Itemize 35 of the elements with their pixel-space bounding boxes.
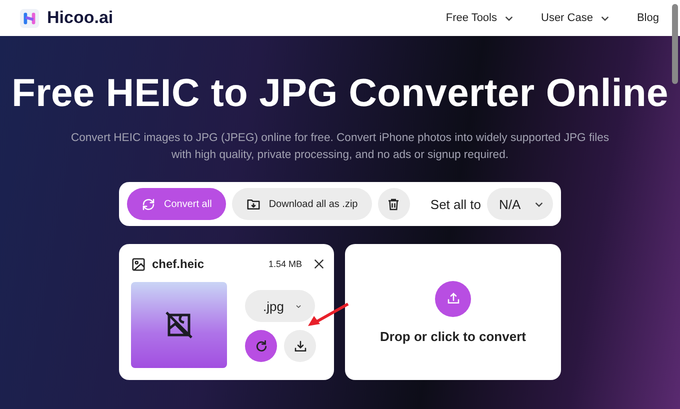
caret-icon <box>505 16 513 20</box>
close-icon[interactable] <box>314 259 324 269</box>
format-select[interactable]: .jpg <box>245 290 315 322</box>
file-size: 1.54 MB <box>268 259 302 269</box>
caret-icon <box>535 202 543 206</box>
convert-button[interactable] <box>245 330 277 362</box>
image-icon <box>131 256 146 272</box>
logo-icon <box>20 8 39 28</box>
page-subtitle: Convert HEIC images to JPG (JPEG) online for free. Convert iPhone photos into widely supported JPG files with high quality, private processing, and no ads or signup required. <box>70 131 610 163</box>
page-title: Free HEIC to JPG Converter Online <box>12 72 668 116</box>
image-off-icon <box>164 310 194 340</box>
convert-all-button[interactable]: Convert all <box>127 188 226 220</box>
format-select[interactable]: N/A <box>487 188 553 220</box>
dropzone-card[interactable]: Drop or click to convert <box>345 244 561 380</box>
upload-icon <box>446 291 460 306</box>
set-all-label: Set all to <box>430 196 481 212</box>
dropzone-label: Drop or click to convert <box>380 328 526 344</box>
download-zip-button[interactable]: Download all as .zip <box>232 188 372 220</box>
caret-icon <box>600 16 609 20</box>
nav-dropdown[interactable]: User Case <box>541 12 609 24</box>
file-name: chef.heic <box>152 257 204 271</box>
nav-dropdown[interactable]: Free Tools <box>446 12 513 24</box>
download-icon <box>292 338 308 354</box>
refresh-icon <box>254 338 268 354</box>
caret-icon <box>296 304 301 308</box>
delete-button[interactable] <box>378 188 410 220</box>
download-button[interactable] <box>284 330 316 362</box>
refresh-icon <box>141 196 156 212</box>
folder-download-icon <box>246 196 261 212</box>
upload-button[interactable] <box>435 280 471 316</box>
trash-icon <box>386 196 402 212</box>
nav-link[interactable]: Blog <box>636 12 659 24</box>
annotation-arrow <box>306 302 350 328</box>
brand-name[interactable]: Hicoo.ai <box>47 8 114 28</box>
scrollbar[interactable] <box>672 4 678 84</box>
